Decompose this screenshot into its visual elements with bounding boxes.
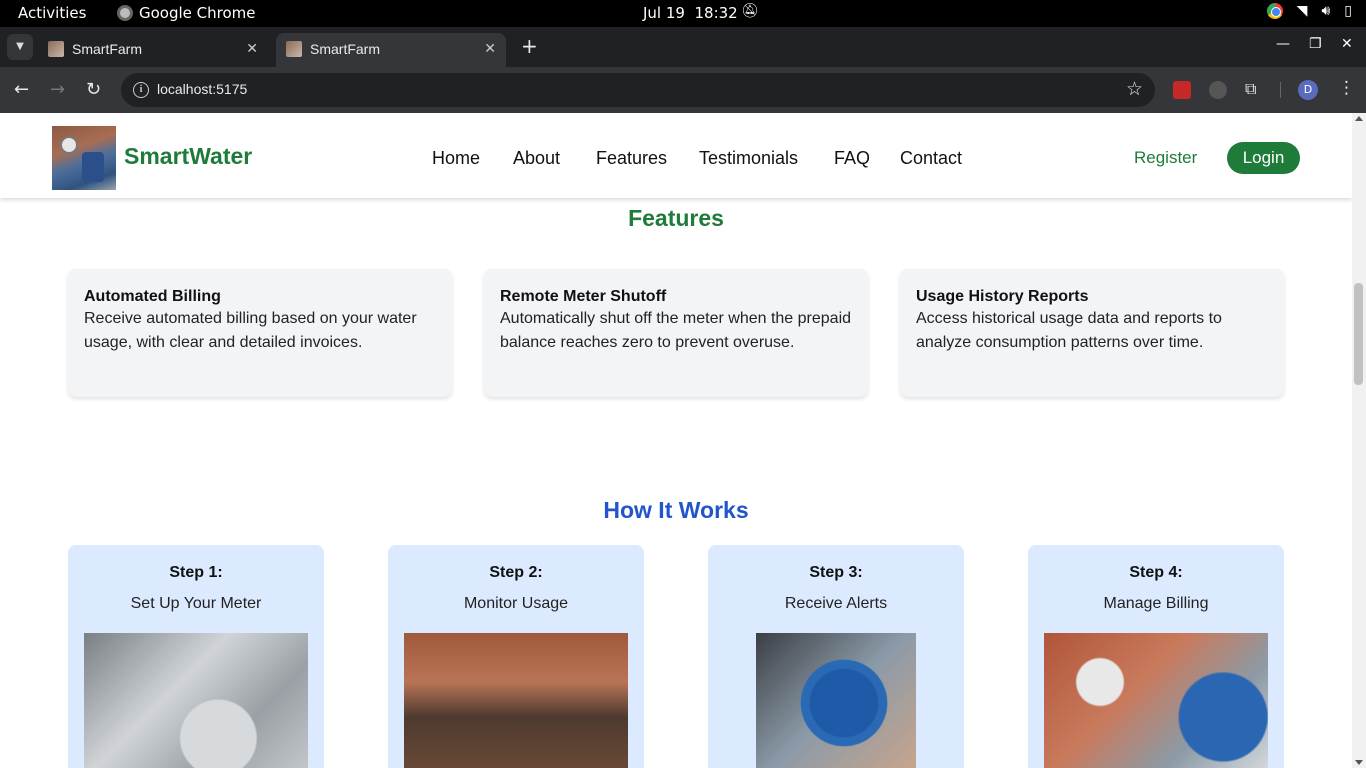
feature-title: Usage History Reports	[916, 288, 1089, 305]
digital-meter-photo	[756, 633, 916, 768]
tab-favicon	[286, 41, 302, 57]
url-text[interactable]: localhost:5175	[157, 81, 247, 97]
step-title: Receive Alerts	[784, 595, 888, 612]
step-number: Step 4:	[1129, 564, 1183, 581]
close-window-icon[interactable]: ✕	[1341, 36, 1353, 52]
site-navbar: SmartWater Home About Features Testimoni…	[0, 113, 1352, 198]
nav-about[interactable]: About	[513, 148, 560, 169]
step-card: Step 2: Monitor Usage	[388, 545, 644, 768]
nav-faq[interactable]: FAQ	[834, 148, 870, 169]
login-button[interactable]: Login	[1227, 142, 1300, 174]
tab-search-button[interactable]: ▼	[7, 34, 33, 60]
step-card: Step 1: Set Up Your Meter	[68, 545, 324, 768]
nav-testimonials[interactable]: Testimonials	[699, 148, 798, 169]
bookmark-star-icon[interactable]: ☆	[1126, 78, 1143, 100]
page-viewport: SmartWater Home About Features Testimoni…	[0, 113, 1352, 768]
register-link[interactable]: Register	[1134, 148, 1197, 168]
extensions-puzzle-icon[interactable]: ⧉	[1245, 79, 1263, 98]
chrome-menu-icon[interactable]: ⋮	[1338, 78, 1355, 98]
step-title: Monitor Usage	[463, 595, 569, 612]
extension-icon[interactable]	[1209, 81, 1227, 99]
scroll-up-arrow-icon[interactable]	[1355, 116, 1363, 121]
browser-toolbar: ← → ↻ i localhost:5175 ☆ ⧉ D ⋮	[0, 67, 1366, 113]
tab-title: SmartFarm	[310, 41, 380, 57]
chrome-tray-icon[interactable]	[1266, 3, 1283, 19]
app-menu[interactable]: Google Chrome	[117, 4, 256, 22]
feature-description: Access historical usage data and reports…	[916, 310, 1222, 351]
app-name: Google Chrome	[139, 4, 256, 22]
step-number: Step 2:	[489, 564, 543, 581]
feature-card: Usage History Reports Access historical …	[900, 269, 1284, 397]
tab-smartfarm-1[interactable]: SmartFarm ✕	[38, 33, 268, 67]
feature-description: Receive automated billing based on your …	[84, 310, 417, 351]
address-bar[interactable]: i localhost:5175 ☆	[121, 73, 1155, 107]
activities-button[interactable]: Activities	[18, 4, 86, 22]
step-number: Step 3:	[809, 564, 863, 581]
step-card: Step 4: Manage Billing	[1028, 545, 1284, 768]
battery-icon: ▯	[1344, 3, 1352, 19]
brand-name[interactable]: SmartWater	[124, 143, 252, 170]
minimize-icon[interactable]: —	[1276, 36, 1290, 52]
tab-smartfarm-2[interactable]: SmartFarm ✕	[276, 33, 506, 67]
site-info-icon[interactable]: i	[133, 82, 149, 98]
toolbar-divider	[1280, 82, 1281, 98]
system-tray[interactable]: ◥ 🔊︎ ▯	[1266, 3, 1352, 19]
tab-close-icon[interactable]: ✕	[484, 40, 496, 57]
tab-strip: ▼ SmartFarm ✕ SmartFarm ✕ + — ❐ ✕	[0, 27, 1366, 67]
wifi-icon: ◥	[1296, 3, 1308, 19]
feature-card: Automated Billing Receive automated bill…	[68, 269, 452, 397]
chrome-app-icon	[117, 5, 133, 21]
step-title: Manage Billing	[1103, 595, 1209, 612]
water-meter-photo	[84, 633, 308, 768]
step-number: Step 1:	[169, 564, 223, 581]
restore-icon[interactable]: ❐	[1309, 36, 1322, 52]
page-scrollbar[interactable]	[1352, 113, 1366, 768]
feature-title: Automated Billing	[84, 288, 221, 305]
scroll-down-arrow-icon[interactable]	[1355, 760, 1363, 765]
scrollbar-thumb[interactable]	[1354, 283, 1363, 385]
volume-icon: 🔊︎	[1321, 3, 1331, 19]
feature-title: Remote Meter Shutoff	[500, 288, 667, 305]
feature-description: Automatically shut off the meter when th…	[500, 310, 852, 351]
step-card: Step 3: Receive Alerts	[708, 545, 964, 768]
tab-favicon	[48, 41, 64, 57]
tab-title: SmartFarm	[72, 41, 142, 57]
step-title: Set Up Your Meter	[130, 595, 262, 612]
pipes-gauges-photo	[1044, 633, 1268, 768]
clock[interactable]: Jul 19 18:32	[643, 4, 738, 22]
children-group-photo	[404, 633, 628, 768]
forward-arrow-icon[interactable]: →	[50, 79, 65, 100]
tab-close-icon[interactable]: ✕	[246, 40, 258, 57]
features-heading: Features	[628, 205, 724, 231]
extension-icon[interactable]	[1173, 81, 1191, 99]
nav-features[interactable]: Features	[596, 148, 667, 169]
reload-icon[interactable]: ↻	[86, 79, 101, 100]
back-arrow-icon[interactable]: ←	[14, 79, 29, 100]
os-top-bar: Activities Google Chrome Jul 19 18:32 🔕︎…	[0, 0, 1366, 27]
nav-home[interactable]: Home	[432, 148, 480, 169]
how-it-works-heading: How It Works	[603, 497, 749, 523]
clock-date: Jul 19	[643, 4, 685, 22]
notifications-muted-icon: 🔕︎	[741, 3, 759, 19]
clock-time: 18:32	[694, 4, 738, 22]
feature-card: Remote Meter Shutoff Automatically shut …	[484, 269, 868, 397]
new-tab-plus-icon[interactable]: +	[521, 34, 538, 58]
profile-avatar[interactable]: D	[1298, 80, 1318, 100]
nav-contact[interactable]: Contact	[900, 148, 962, 169]
logo-image[interactable]	[52, 126, 116, 190]
